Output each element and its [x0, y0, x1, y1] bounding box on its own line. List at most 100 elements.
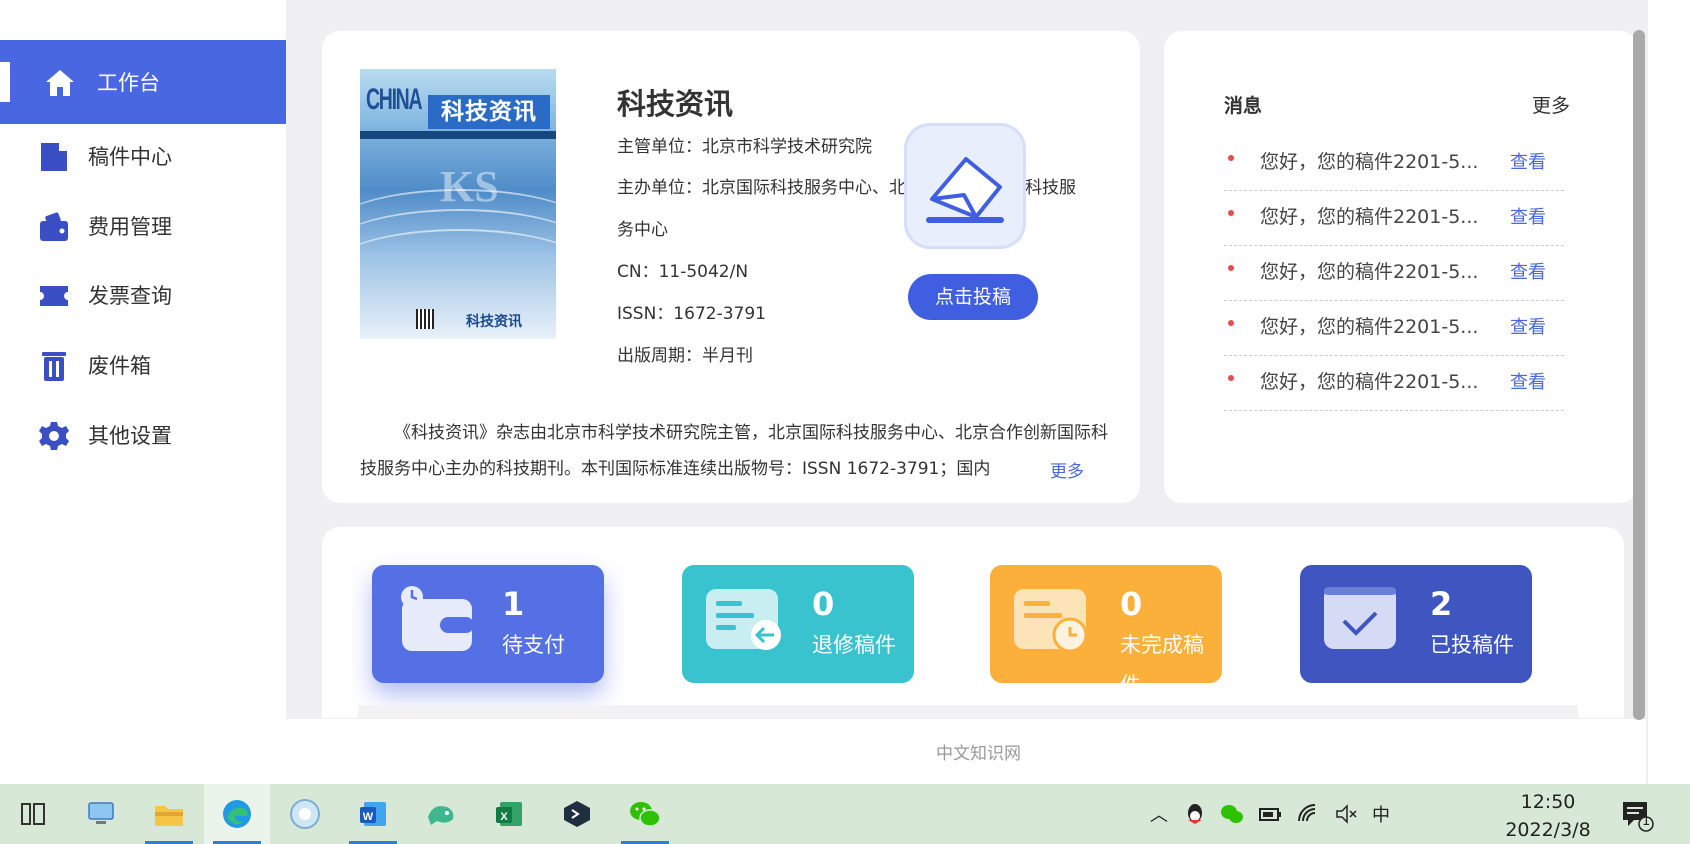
- system-tray: ︿ 中: [1150, 784, 1390, 844]
- sidebar-item-label: 费用管理: [88, 215, 172, 239]
- cover-china-text: CHINA: [366, 83, 423, 116]
- journal-more-link[interactable]: 更多: [1050, 457, 1084, 482]
- unread-dot: [1228, 155, 1234, 161]
- home-icon: [46, 70, 74, 96]
- this-pc-icon[interactable]: [68, 784, 134, 844]
- gear-icon: [39, 422, 69, 450]
- clock-date: 2022/3/8: [1505, 819, 1591, 841]
- message-view-link[interactable]: 查看: [1510, 313, 1546, 339]
- check-document-icon: [1324, 587, 1396, 649]
- footer-text: 中文知识网: [936, 744, 1021, 764]
- file-explorer-icon[interactable]: [136, 784, 202, 844]
- battery-icon[interactable]: [1258, 804, 1282, 824]
- journal-card: CHINA 科技资讯 KS 科技资讯 科技资讯 主管单位：北京市科学技术研究院 …: [322, 31, 1140, 503]
- message-view-link[interactable]: 查看: [1510, 258, 1546, 284]
- sidebar-item-label: 发票查询: [88, 284, 172, 308]
- message-view-link[interactable]: 查看: [1510, 203, 1546, 229]
- wechat-icon[interactable]: [612, 784, 678, 844]
- stat-label: 未完成稿件: [1120, 633, 1204, 683]
- qq-icon[interactable]: [1184, 802, 1206, 826]
- notification-count: 1: [1642, 814, 1651, 829]
- scrollbar-thumb[interactable]: [1633, 30, 1645, 720]
- notification-center-button[interactable]: 1: [1620, 784, 1654, 844]
- journal-period: 出版周期：半月刊: [617, 346, 753, 366]
- journal-cover-image[interactable]: CHINA 科技资讯 KS 科技资讯: [360, 69, 556, 339]
- windows-taskbar: W X ︿ 中 12:50 2022/3/8 1: [0, 784, 1690, 844]
- unread-dot: [1228, 320, 1234, 326]
- stat-pending-payment[interactable]: 1 待支付: [372, 565, 604, 683]
- cover-logo: 科技资讯: [466, 314, 522, 330]
- show-hidden-icons-icon[interactable]: ︿: [1150, 801, 1168, 827]
- stats-card: 1 待支付 0 退修稿件 0 未完成稿件 2 已投稿: [322, 527, 1624, 727]
- wallet-clock-icon: [401, 586, 474, 651]
- page-footer: 中文知识网: [286, 718, 1646, 784]
- messages-title: 消息: [1224, 95, 1263, 117]
- cover-arc: [360, 229, 556, 309]
- clock-time: 12:50: [1520, 791, 1576, 813]
- svg-text:X: X: [500, 811, 508, 823]
- wechat-tray-icon[interactable]: [1220, 803, 1244, 825]
- message-text: 您好，您的稿件2201-5...: [1260, 151, 1479, 173]
- journal-title: 科技资讯: [617, 87, 734, 121]
- stat-value: 0: [1120, 585, 1143, 623]
- scrollbar-track[interactable]: [1648, 0, 1690, 784]
- dolphin-app-icon[interactable]: [408, 784, 474, 844]
- journal-supervisor: 主管单位：北京市科学技术研究院: [617, 137, 872, 157]
- submit-manuscript-button[interactable]: 点击投稿: [908, 274, 1038, 320]
- cover-title: 科技资讯: [428, 95, 550, 129]
- journal-description: 《科技资讯》杂志由北京市科学技术研究院主管，北京国际科技服务中心、北京合作创新国…: [360, 423, 1108, 479]
- message-item: 您好，您的稿件2201-5... 查看: [1224, 136, 1564, 191]
- task-view-icon[interactable]: [0, 784, 66, 844]
- message-view-link[interactable]: 查看: [1510, 148, 1546, 174]
- message-item: 您好，您的稿件2201-5... 查看: [1224, 356, 1564, 411]
- excel-icon[interactable]: X: [476, 784, 542, 844]
- terminal-app-icon[interactable]: [544, 784, 610, 844]
- stat-value: 0: [812, 585, 835, 623]
- message-text: 您好，您的稿件2201-5...: [1260, 371, 1479, 393]
- unread-dot: [1228, 375, 1234, 381]
- message-item: 您好，您的稿件2201-5... 查看: [1224, 301, 1564, 356]
- message-text: 您好，您的稿件2201-5...: [1260, 316, 1479, 338]
- wallet-icon: [40, 212, 68, 241]
- stat-value: 2: [1430, 585, 1453, 623]
- trash-icon: [42, 352, 66, 381]
- messages-card: 消息 更多 您好，您的稿件2201-5... 查看 您好，您的稿件2201-5.…: [1164, 31, 1638, 503]
- stat-value: 1: [502, 585, 525, 623]
- sidebar-item-label: 废件箱: [88, 354, 151, 378]
- unread-dot: [1228, 210, 1234, 216]
- stat-returned[interactable]: 0 退修稿件: [682, 565, 914, 683]
- document-icon: [41, 143, 67, 171]
- svg-text:W: W: [363, 811, 374, 823]
- journal-cn: CN：11-5042/N: [617, 262, 749, 282]
- journal-sponsor-cont: 务中心: [617, 220, 668, 240]
- sidebar-item-workbench[interactable]: 工作台: [0, 40, 286, 124]
- ime-indicator[interactable]: 中: [1372, 801, 1390, 827]
- return-document-icon: [706, 589, 781, 650]
- sidebar: 工作台 稿件中心 费用管理 发票查询 废件箱 其他设置: [0, 0, 286, 784]
- message-item: 您好，您的稿件2201-5... 查看: [1224, 246, 1564, 301]
- incomplete-document-icon: [1014, 589, 1088, 653]
- stat-submitted[interactable]: 2 已投稿件: [1300, 565, 1532, 683]
- ticket-icon: [40, 286, 68, 306]
- sidebar-item-settings[interactable]: 其他设置: [0, 393, 286, 477]
- message-text: 您好，您的稿件2201-5...: [1260, 261, 1479, 283]
- word-icon[interactable]: W: [340, 784, 406, 844]
- cover-band: [360, 131, 556, 139]
- wifi-icon[interactable]: [1296, 803, 1320, 825]
- taskbar-clock[interactable]: 12:50 2022/3/8: [1500, 788, 1596, 844]
- message-item: 您好，您的稿件2201-5... 查看: [1224, 191, 1564, 246]
- sidebar-item-label: 稿件中心: [88, 145, 172, 169]
- edge-icon[interactable]: [204, 784, 270, 844]
- sidebar-item-label: 其他设置: [88, 424, 172, 448]
- submit-envelope-icon[interactable]: [904, 123, 1026, 249]
- message-text: 您好，您的稿件2201-5...: [1260, 206, 1479, 228]
- message-view-link[interactable]: 查看: [1510, 368, 1546, 394]
- volume-muted-icon[interactable]: [1334, 803, 1358, 825]
- sidebar-item-label: 工作台: [97, 71, 160, 95]
- messages-more-link[interactable]: 更多: [1532, 91, 1570, 118]
- stat-label: 待支付: [502, 633, 565, 657]
- photo-app-icon[interactable]: [272, 784, 338, 844]
- cover-qr-code: [416, 309, 434, 329]
- stat-label: 退修稿件: [812, 633, 896, 657]
- stat-incomplete[interactable]: 0 未完成稿件: [990, 565, 1222, 683]
